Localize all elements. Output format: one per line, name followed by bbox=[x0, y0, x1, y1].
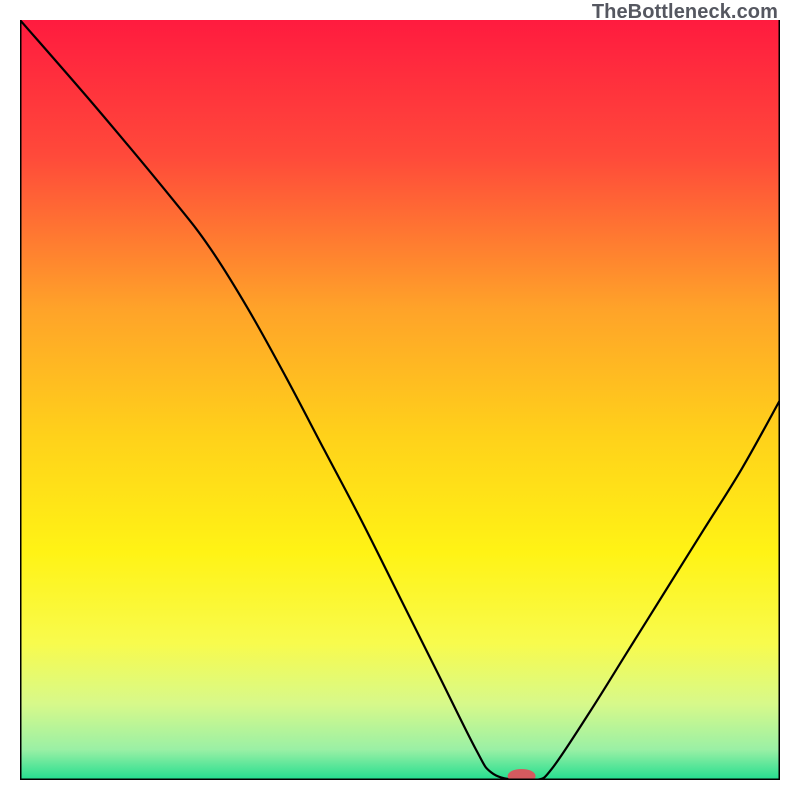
chart-container: TheBottleneck.com bbox=[0, 0, 800, 800]
gradient-background bbox=[20, 20, 780, 780]
chart-plot bbox=[20, 20, 780, 780]
